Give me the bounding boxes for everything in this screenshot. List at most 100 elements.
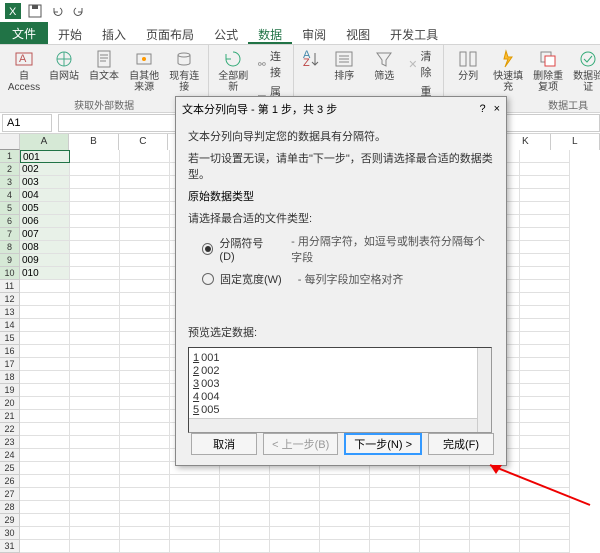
- cell[interactable]: [70, 189, 120, 202]
- dialog-titlebar[interactable]: 文本分列向导 - 第 1 步，共 3 步 ? ×: [176, 97, 506, 121]
- cell[interactable]: [270, 527, 320, 540]
- tab-developer[interactable]: 开发工具: [380, 22, 448, 44]
- cell[interactable]: 010: [20, 267, 70, 280]
- row-head[interactable]: 14: [0, 319, 19, 332]
- cell[interactable]: [120, 202, 170, 215]
- cell[interactable]: [520, 462, 570, 475]
- cell[interactable]: [120, 514, 170, 527]
- save-icon[interactable]: [26, 2, 44, 20]
- cell[interactable]: [20, 449, 70, 462]
- refresh-all-button[interactable]: 全部刷新: [215, 47, 251, 95]
- cell[interactable]: [370, 527, 420, 540]
- cell[interactable]: [70, 527, 120, 540]
- cell[interactable]: [320, 501, 370, 514]
- existing-connections-button[interactable]: 现有连接: [166, 47, 202, 95]
- cell[interactable]: [520, 397, 570, 410]
- cell[interactable]: [70, 306, 120, 319]
- row-head[interactable]: 20: [0, 397, 19, 410]
- row-head[interactable]: 27: [0, 488, 19, 501]
- row-head[interactable]: 26: [0, 475, 19, 488]
- cell[interactable]: [70, 410, 120, 423]
- row-head[interactable]: 23: [0, 436, 19, 449]
- cell[interactable]: [270, 540, 320, 553]
- cell[interactable]: [70, 540, 120, 553]
- from-text-button[interactable]: 自文本: [86, 47, 122, 84]
- filter-button[interactable]: 筛选: [366, 47, 402, 84]
- cell[interactable]: [20, 397, 70, 410]
- row-head[interactable]: 13: [0, 306, 19, 319]
- undo-icon[interactable]: [48, 2, 66, 20]
- cell[interactable]: [220, 540, 270, 553]
- cell[interactable]: 005: [20, 202, 70, 215]
- cell[interactable]: [170, 527, 220, 540]
- col-head-K[interactable]: K: [501, 134, 550, 150]
- cell[interactable]: [70, 488, 120, 501]
- cell[interactable]: [70, 397, 120, 410]
- cell[interactable]: [70, 241, 120, 254]
- row-head[interactable]: 28: [0, 501, 19, 514]
- cell[interactable]: [320, 488, 370, 501]
- cell[interactable]: [470, 527, 520, 540]
- cell[interactable]: [270, 475, 320, 488]
- cell[interactable]: [70, 176, 120, 189]
- cell[interactable]: [70, 475, 120, 488]
- row-head[interactable]: 5: [0, 202, 19, 215]
- cell[interactable]: [320, 540, 370, 553]
- cell[interactable]: [20, 306, 70, 319]
- cell[interactable]: [70, 384, 120, 397]
- cell[interactable]: [370, 488, 420, 501]
- row-head[interactable]: 30: [0, 527, 19, 540]
- cell[interactable]: [120, 150, 170, 163]
- cell[interactable]: [420, 475, 470, 488]
- cell[interactable]: [520, 306, 570, 319]
- next-button[interactable]: 下一步(N) >: [344, 433, 422, 455]
- cell[interactable]: [220, 514, 270, 527]
- cancel-button[interactable]: 取消: [191, 433, 257, 455]
- cell[interactable]: [420, 488, 470, 501]
- name-box[interactable]: A1: [2, 114, 52, 132]
- cell[interactable]: [120, 228, 170, 241]
- tab-page-layout[interactable]: 页面布局: [136, 22, 204, 44]
- col-head-B[interactable]: B: [69, 134, 118, 150]
- cell[interactable]: [120, 475, 170, 488]
- cell[interactable]: [20, 488, 70, 501]
- finish-button[interactable]: 完成(F): [428, 433, 494, 455]
- row-head[interactable]: 17: [0, 358, 19, 371]
- cell[interactable]: [120, 306, 170, 319]
- cell[interactable]: [270, 501, 320, 514]
- cell[interactable]: [220, 527, 270, 540]
- cell[interactable]: [520, 501, 570, 514]
- cell[interactable]: [20, 319, 70, 332]
- row-head[interactable]: 9: [0, 254, 19, 267]
- cell[interactable]: [120, 436, 170, 449]
- row-head[interactable]: 1: [0, 150, 19, 163]
- cell[interactable]: [520, 189, 570, 202]
- cell[interactable]: [520, 254, 570, 267]
- text-to-columns-button[interactable]: 分列: [450, 47, 486, 84]
- cell[interactable]: [20, 345, 70, 358]
- cell[interactable]: [120, 293, 170, 306]
- cell[interactable]: [120, 215, 170, 228]
- cell[interactable]: [70, 228, 120, 241]
- cell[interactable]: [120, 423, 170, 436]
- cell[interactable]: [270, 514, 320, 527]
- cell[interactable]: [20, 293, 70, 306]
- cell[interactable]: [20, 540, 70, 553]
- cell[interactable]: [520, 436, 570, 449]
- row-head[interactable]: 18: [0, 371, 19, 384]
- cell[interactable]: [320, 527, 370, 540]
- cell[interactable]: [20, 371, 70, 384]
- preview-scrollbar-horizontal[interactable]: [189, 418, 477, 432]
- cell[interactable]: [120, 280, 170, 293]
- cell[interactable]: [20, 514, 70, 527]
- cell[interactable]: 002: [20, 163, 70, 176]
- cell[interactable]: [220, 475, 270, 488]
- cell[interactable]: [470, 475, 520, 488]
- cell[interactable]: [70, 280, 120, 293]
- cell[interactable]: [170, 540, 220, 553]
- row-head[interactable]: 2: [0, 163, 19, 176]
- cell[interactable]: [520, 332, 570, 345]
- row-head[interactable]: 7: [0, 228, 19, 241]
- connections-item[interactable]: 连接: [255, 47, 287, 81]
- cell[interactable]: [120, 332, 170, 345]
